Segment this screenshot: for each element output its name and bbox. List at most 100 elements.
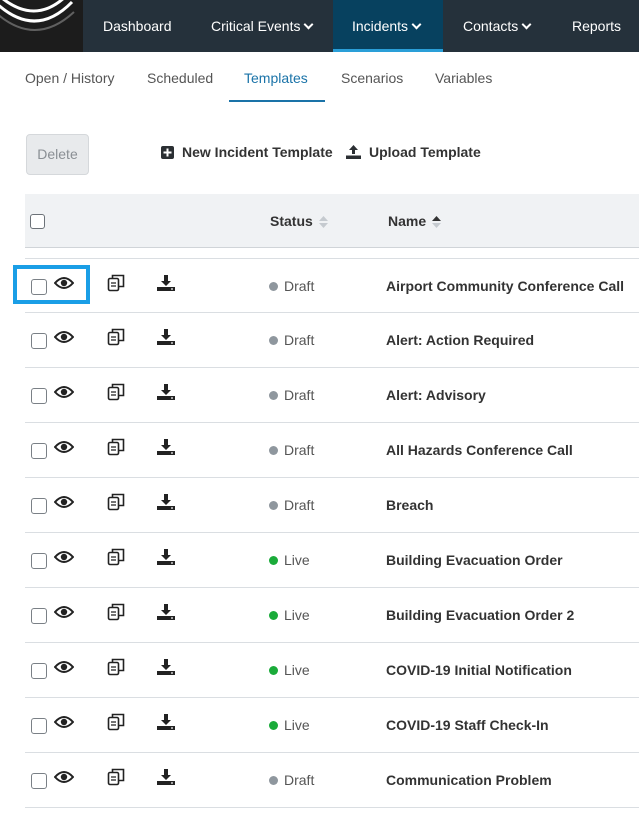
status-dot <box>269 391 278 400</box>
status-dot <box>269 282 278 291</box>
row-checkbox[interactable] <box>31 333 47 349</box>
eye-icon[interactable] <box>54 550 74 564</box>
delete-button[interactable]: Delete <box>26 134 89 175</box>
eye-icon[interactable] <box>54 715 74 729</box>
table-row[interactable]: Draft Airport Community Conference Call <box>25 258 639 313</box>
download-icon[interactable] <box>157 494 175 510</box>
nav-critical-events[interactable]: Critical Events <box>211 0 314 52</box>
download-icon[interactable] <box>157 275 175 291</box>
template-name-link[interactable]: All Hazards Conference Call <box>386 442 573 458</box>
table-row[interactable]: Live COVID-19 Staff Check-In <box>25 698 639 753</box>
download-icon[interactable] <box>157 714 175 730</box>
copy-icon[interactable] <box>107 438 125 456</box>
template-name-link[interactable]: Breach <box>386 497 433 513</box>
status-cell: Live <box>269 662 310 678</box>
eye-icon[interactable] <box>54 330 74 344</box>
new-incident-template-button[interactable]: New Incident Template <box>161 144 333 160</box>
chevron-down-icon <box>304 19 314 30</box>
template-name-link[interactable]: COVID-19 Initial Notification <box>386 662 572 678</box>
download-icon[interactable] <box>157 549 175 565</box>
tab-open-history[interactable]: Open / History <box>25 70 114 86</box>
eye-icon[interactable] <box>54 440 74 454</box>
row-checkbox[interactable] <box>31 718 47 734</box>
sort-icon <box>318 216 328 229</box>
eye-icon[interactable] <box>54 385 74 399</box>
copy-icon[interactable] <box>107 713 125 731</box>
nav-contacts[interactable]: Contacts <box>463 0 532 52</box>
eye-icon[interactable] <box>54 770 74 784</box>
download-icon[interactable] <box>157 329 175 345</box>
chevron-down-icon <box>411 19 422 30</box>
template-name-link[interactable]: Alert: Action Required <box>386 332 534 348</box>
plus-square-icon <box>161 145 174 159</box>
logo-icon[interactable] <box>0 0 83 52</box>
eye-icon[interactable] <box>54 605 74 619</box>
nav-reports[interactable]: Reports <box>572 0 621 52</box>
eye-icon[interactable] <box>54 660 74 674</box>
table-row[interactable]: Draft All Hazards Conference Call <box>25 423 639 478</box>
status-label: Draft <box>284 278 315 294</box>
copy-icon[interactable] <box>107 548 125 566</box>
nav-dashboard[interactable]: Dashboard <box>103 0 172 52</box>
status-label: Draft <box>284 332 315 348</box>
table-row[interactable]: Draft Communication Problem <box>25 753 639 808</box>
row-checkbox[interactable] <box>31 663 47 679</box>
nav-dashboard-label: Dashboard <box>103 18 172 34</box>
status-column-header[interactable]: Status <box>270 213 328 229</box>
template-name-link[interactable]: Airport Community Conference Call <box>386 278 624 294</box>
download-icon[interactable] <box>157 439 175 455</box>
row-checkbox[interactable] <box>31 773 47 789</box>
row-checkbox[interactable] <box>31 443 47 459</box>
copy-icon[interactable] <box>107 493 125 511</box>
download-icon[interactable] <box>157 384 175 400</box>
tab-templates[interactable]: Templates <box>244 70 308 86</box>
copy-icon[interactable] <box>107 328 125 346</box>
chevron-down-icon <box>521 19 532 30</box>
copy-icon[interactable] <box>107 383 125 401</box>
upload-icon <box>346 145 361 159</box>
copy-icon[interactable] <box>107 768 125 786</box>
copy-icon[interactable] <box>107 658 125 676</box>
template-name-link[interactable]: Communication Problem <box>386 772 552 788</box>
copy-icon[interactable] <box>107 274 125 292</box>
download-icon[interactable] <box>157 769 175 785</box>
table-row[interactable]: Draft Breach <box>25 478 639 533</box>
nav-contacts-label: Contacts <box>463 18 519 34</box>
nav-incidents-label: Incidents <box>352 18 409 34</box>
download-icon[interactable] <box>157 604 175 620</box>
tab-scheduled[interactable]: Scheduled <box>147 70 213 86</box>
row-checkbox[interactable] <box>31 553 47 569</box>
row-checkbox[interactable] <box>31 608 47 624</box>
status-cell: Draft <box>269 332 314 348</box>
status-dot <box>269 776 278 785</box>
upload-template-button[interactable]: Upload Template <box>346 144 481 160</box>
status-dot <box>269 501 278 510</box>
status-cell: Draft <box>269 772 314 788</box>
download-icon[interactable] <box>157 659 175 675</box>
table-row[interactable]: Draft Alert: Action Required <box>25 313 639 368</box>
template-name-link[interactable]: COVID-19 Staff Check-In <box>386 717 549 733</box>
template-name-link[interactable]: Building Evacuation Order 2 <box>386 607 574 623</box>
table-row[interactable]: Live Building Evacuation Order <box>25 533 639 588</box>
template-name-link[interactable]: Building Evacuation Order <box>386 552 563 568</box>
status-label: Live <box>284 607 310 623</box>
table-row[interactable]: Live Building Evacuation Order 2 <box>25 588 639 643</box>
tab-scenarios[interactable]: Scenarios <box>341 70 403 86</box>
nav-incidents[interactable]: Incidents <box>333 0 443 52</box>
status-label: Draft <box>284 497 315 513</box>
eye-icon[interactable] <box>54 495 74 509</box>
status-cell: Draft <box>269 387 314 403</box>
status-label: Draft <box>284 387 315 403</box>
tab-variables[interactable]: Variables <box>435 70 492 86</box>
focus-highlight <box>13 265 90 304</box>
select-all-checkbox[interactable] <box>30 214 45 229</box>
status-header-label: Status <box>270 213 313 229</box>
row-checkbox[interactable] <box>31 498 47 514</box>
row-checkbox[interactable] <box>31 388 47 404</box>
copy-icon[interactable] <box>107 603 125 621</box>
table-row[interactable]: Live COVID-19 Initial Notification <box>25 643 639 698</box>
table-row[interactable]: Draft Alert: Advisory <box>25 368 639 423</box>
nav-critical-events-label: Critical Events <box>211 18 301 34</box>
name-column-header[interactable]: Name <box>388 213 442 229</box>
template-name-link[interactable]: Alert: Advisory <box>386 387 486 403</box>
